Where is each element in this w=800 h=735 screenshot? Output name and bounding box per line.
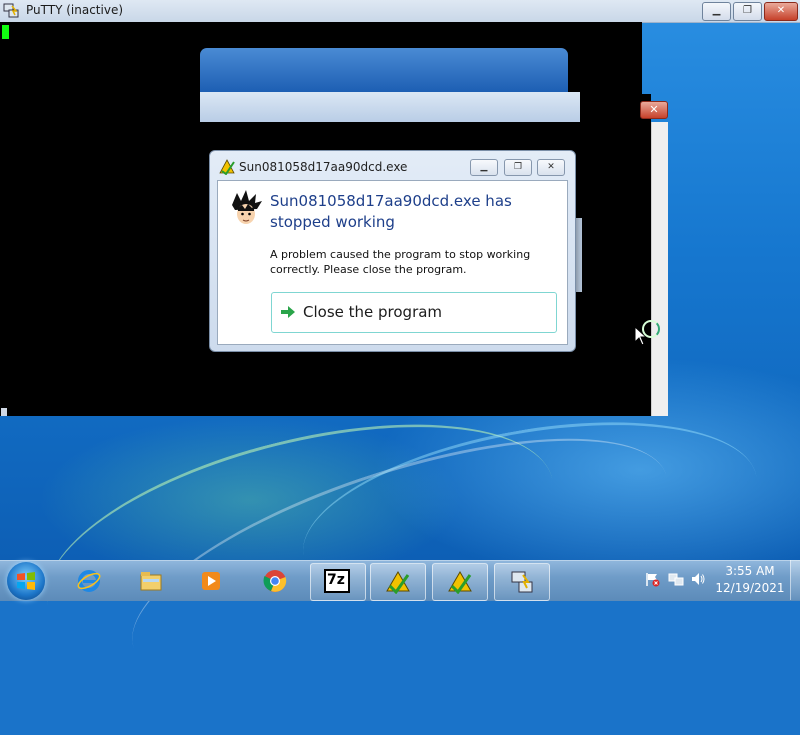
background-window-edge [651,122,668,416]
arrow-right-icon [281,306,295,318]
taskbar-item-file-explorer[interactable] [124,563,178,599]
taskbar-item-chrome[interactable] [248,563,302,599]
error-dialog[interactable]: Sun081058d17aa90dcd.exe ▁ ❐ ✕ Sun081058d… [209,150,576,352]
background-window-titlebar [200,48,568,92]
taskbar-item-7zip[interactable]: 7z [310,563,366,601]
7zip-icon: 7z [324,569,350,593]
background-close-button[interactable]: ✕ [640,101,668,119]
7zip-label: 7z [327,572,345,588]
chrome-icon [263,570,287,592]
volume-icon[interactable] [690,571,706,587]
error-description: A problem caused the program to stop wor… [270,248,531,276]
program-icon [232,190,262,224]
clock-time: 3:55 AM [725,564,775,578]
putty-titlebar[interactable]: PuTTY (inactive) ▁ ❐ ✕ [0,0,800,23]
close-program-button[interactable]: Close the program [271,292,557,333]
busy-spinner-icon [642,320,660,338]
app-warning-icon [219,159,235,175]
close-program-label: Close the program [303,303,443,321]
putty-icon [511,571,533,593]
terminal-cursor [2,25,9,39]
dialog-close-button[interactable]: ✕ [537,159,565,176]
taskbar-item-app-2[interactable] [432,563,488,601]
terminal-area [642,94,651,416]
network-icon[interactable] [668,571,684,587]
error-headline: Sun081058d17aa90dcd.exe has stopped work… [270,192,512,231]
background-panel-edge [575,218,582,292]
internet-explorer-icon [77,570,101,592]
minimize-button[interactable]: ▁ [702,2,731,21]
window-title: PuTTY (inactive) [26,3,124,17]
media-player-icon [202,572,220,590]
taskbar-item-media-player[interactable] [184,563,238,599]
action-center-flag-icon[interactable] [644,571,660,587]
dialog-minimize-button[interactable]: ▁ [470,159,498,176]
clock-date: 12/19/2021 [715,581,785,595]
app-warning-icon [448,571,472,594]
close-button[interactable]: ✕ [764,2,798,21]
dialog-body: Sun081058d17aa90dcd.exe has stopped work… [217,180,568,345]
background-window-band [200,92,580,122]
window-corner [1,408,7,416]
taskbar-item-putty[interactable] [494,563,550,601]
dialog-maximize-button[interactable]: ❐ [504,159,532,176]
maximize-button[interactable]: ❐ [733,2,762,21]
background-window [200,48,580,122]
app-warning-icon [386,571,410,594]
file-explorer-icon [140,572,162,591]
show-desktop-button[interactable] [790,560,800,600]
start-button[interactable] [7,562,45,600]
system-clock[interactable]: 3:55 AM 12/19/2021 [712,563,788,597]
windows-logo-icon [17,572,35,590]
taskbar-item-internet-explorer[interactable] [62,563,116,599]
dialog-title: Sun081058d17aa90dcd.exe [239,160,408,174]
putty-icon [3,3,19,18]
taskbar-item-app-1[interactable] [370,563,426,601]
